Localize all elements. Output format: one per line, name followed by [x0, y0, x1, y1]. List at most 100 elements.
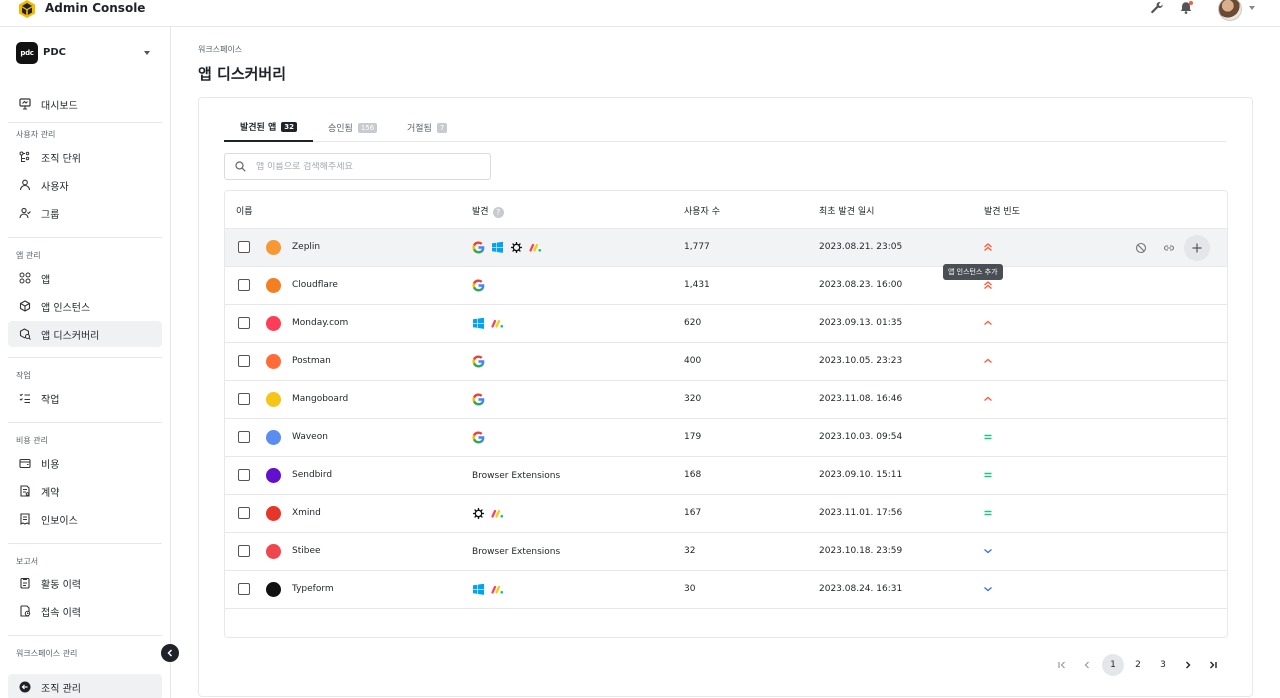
sidebar-item-org-units[interactable]: 조직 단위 [8, 144, 162, 170]
frequency-indicator [982, 431, 994, 443]
table-row[interactable]: Postman 400 2023.10.05. 23:23 [225, 343, 1227, 381]
sidebar-item-label: 접속 이력 [41, 607, 81, 619]
sidebar-item-contracts[interactable]: 계약 [8, 478, 162, 504]
app-name[interactable]: Cloudflare [292, 280, 338, 290]
monday-icon [491, 509, 504, 518]
divider [8, 237, 162, 238]
table-row[interactable]: Typeform 30 2023.08.24. 16:31 [225, 571, 1227, 609]
sidebar-item-cost[interactable]: 비용 [8, 450, 162, 476]
user-count: 32 [684, 546, 696, 556]
discovery-sources [472, 241, 548, 254]
table-row[interactable]: Sendbird Browser Extensions 168 2023.09.… [225, 457, 1227, 495]
discovery-source-text: Browser Extensions [472, 470, 561, 481]
row-checkbox[interactable] [238, 469, 250, 481]
sidebar-item-tasks[interactable]: 작업 [8, 385, 162, 411]
discovery-sources [472, 317, 510, 330]
table-row[interactable]: Xmind 167 2023.11.01. 17:56 [225, 495, 1227, 533]
row-checkbox[interactable] [238, 431, 250, 443]
logo-icon [19, 0, 35, 18]
column-header-frequency[interactable]: 발견 빈도 [984, 204, 1020, 217]
app-name[interactable]: Waveon [292, 432, 328, 442]
user-count: 167 [684, 508, 702, 518]
row-checkbox[interactable] [238, 355, 250, 367]
apps-table: 이름 발견? 사용자 수 최초 발견 일시 발견 빈도 Zeplin 1,777… [224, 190, 1228, 638]
table-row[interactable]: Waveon 179 2023.10.03. 09:54 [225, 419, 1227, 457]
row-checkbox[interactable] [238, 583, 250, 595]
reject-button[interactable] [1128, 235, 1154, 261]
tasks-icon [19, 393, 30, 404]
table-row[interactable]: Cloudflare 1,431 2023.08.23. 16:00 [225, 267, 1227, 305]
first-page-icon [1058, 661, 1065, 669]
table-row[interactable]: Mangoboard 320 2023.11.08. 16:46 [225, 381, 1227, 419]
first-seen-date: 2023.11.01. 17:56 [819, 508, 903, 518]
link-icon [1163, 245, 1175, 251]
column-header-first-seen[interactable]: 최초 발견 일시 [819, 204, 874, 217]
first-seen-date: 2023.10.03. 09:54 [819, 432, 903, 442]
add-instance-button[interactable] [1184, 235, 1210, 261]
google-icon [472, 241, 485, 254]
app-name[interactable]: Postman [292, 356, 331, 366]
app-name[interactable]: Typeform [292, 584, 334, 594]
column-header-users[interactable]: 사용자 수 [684, 204, 720, 217]
frequency-indicator [982, 583, 994, 595]
monday-icon [491, 319, 504, 328]
tab-rejected[interactable]: 거절됨 7 [407, 113, 448, 142]
next-page-button[interactable] [1177, 654, 1199, 676]
sidebar-item-groups[interactable]: 그룹 [8, 200, 162, 226]
help-icon[interactable]: ? [492, 207, 504, 218]
app-name[interactable]: Sendbird [292, 470, 332, 480]
page-2-button[interactable]: 2 [1127, 654, 1149, 676]
sidebar-item-app-discovery[interactable]: 앱 디스커버리 [8, 321, 162, 347]
sidebar-collapse-button[interactable] [161, 644, 179, 662]
last-page-button[interactable] [1202, 654, 1224, 676]
breadcrumb[interactable]: 워크스페이스 [198, 44, 242, 55]
column-header-name[interactable]: 이름 [236, 204, 253, 217]
row-checkbox[interactable] [238, 241, 250, 253]
link-button[interactable] [1156, 235, 1182, 261]
app-name[interactable]: Xmind [292, 508, 321, 518]
block-icon [1135, 242, 1147, 254]
sidebar-item-access-history[interactable]: 접속 이력 [8, 598, 162, 624]
sidebar-item-users[interactable]: 사용자 [8, 172, 162, 198]
openai-icon [511, 242, 522, 253]
row-checkbox[interactable] [238, 317, 250, 329]
column-header-label: 발견 [472, 207, 489, 217]
table-row[interactable]: Zeplin 1,777 2023.08.21. 23:05 [225, 229, 1227, 267]
app-name[interactable]: Monday.com [292, 318, 348, 328]
table-row[interactable]: Stibee Browser Extensions 32 2023.10.18.… [225, 533, 1227, 571]
frequency-indicator [982, 241, 994, 253]
section-cost-management: 비용 관리 [16, 436, 48, 445]
page-1-button[interactable]: 1 [1102, 654, 1124, 676]
sidebar-item-app-instances[interactable]: 앱 인스턴스 [8, 293, 162, 319]
tab-label: 발견된 앱 [240, 123, 277, 133]
search-box [224, 153, 491, 180]
row-checkbox[interactable] [238, 545, 250, 557]
sidebar-item-apps[interactable]: 앱 [8, 265, 162, 291]
frequency-high-icon [984, 358, 992, 363]
chevron-down-icon[interactable] [1249, 6, 1255, 10]
sidebar-item-org-management[interactable]: 조직 관리 [8, 674, 162, 698]
row-checkbox[interactable] [238, 393, 250, 405]
workspace-selector[interactable]: pdc PDC [16, 42, 156, 64]
sidebar-item-dashboard[interactable]: 대시보드 [8, 91, 162, 117]
search-input[interactable] [256, 161, 476, 172]
wrench-icon[interactable] [1150, 1, 1164, 15]
divider [8, 635, 162, 636]
app-name[interactable]: Stibee [292, 546, 321, 556]
first-page-button[interactable] [1051, 654, 1073, 676]
tab-approved[interactable]: 승인됨 156 [328, 113, 378, 142]
prev-page-button[interactable] [1076, 654, 1098, 676]
discovery-sources [472, 431, 491, 444]
app-logo-icon [266, 240, 281, 255]
row-checkbox[interactable] [238, 279, 250, 291]
section-user-management: 사용자 관리 [16, 130, 56, 139]
sidebar-item-invoices[interactable]: 인보이스 [8, 506, 162, 532]
tab-discovered[interactable]: 발견된 앱 32 [224, 113, 314, 142]
app-name[interactable]: Zeplin [292, 242, 320, 252]
page-3-button[interactable]: 3 [1152, 654, 1174, 676]
sidebar-item-activity-history[interactable]: 활동 이력 [8, 570, 162, 596]
row-checkbox[interactable] [238, 507, 250, 519]
table-row[interactable]: Monday.com 620 2023.09.13. 01:35 [225, 305, 1227, 343]
app-name[interactable]: Mangoboard [292, 394, 348, 404]
user-count: 1,777 [684, 242, 710, 252]
